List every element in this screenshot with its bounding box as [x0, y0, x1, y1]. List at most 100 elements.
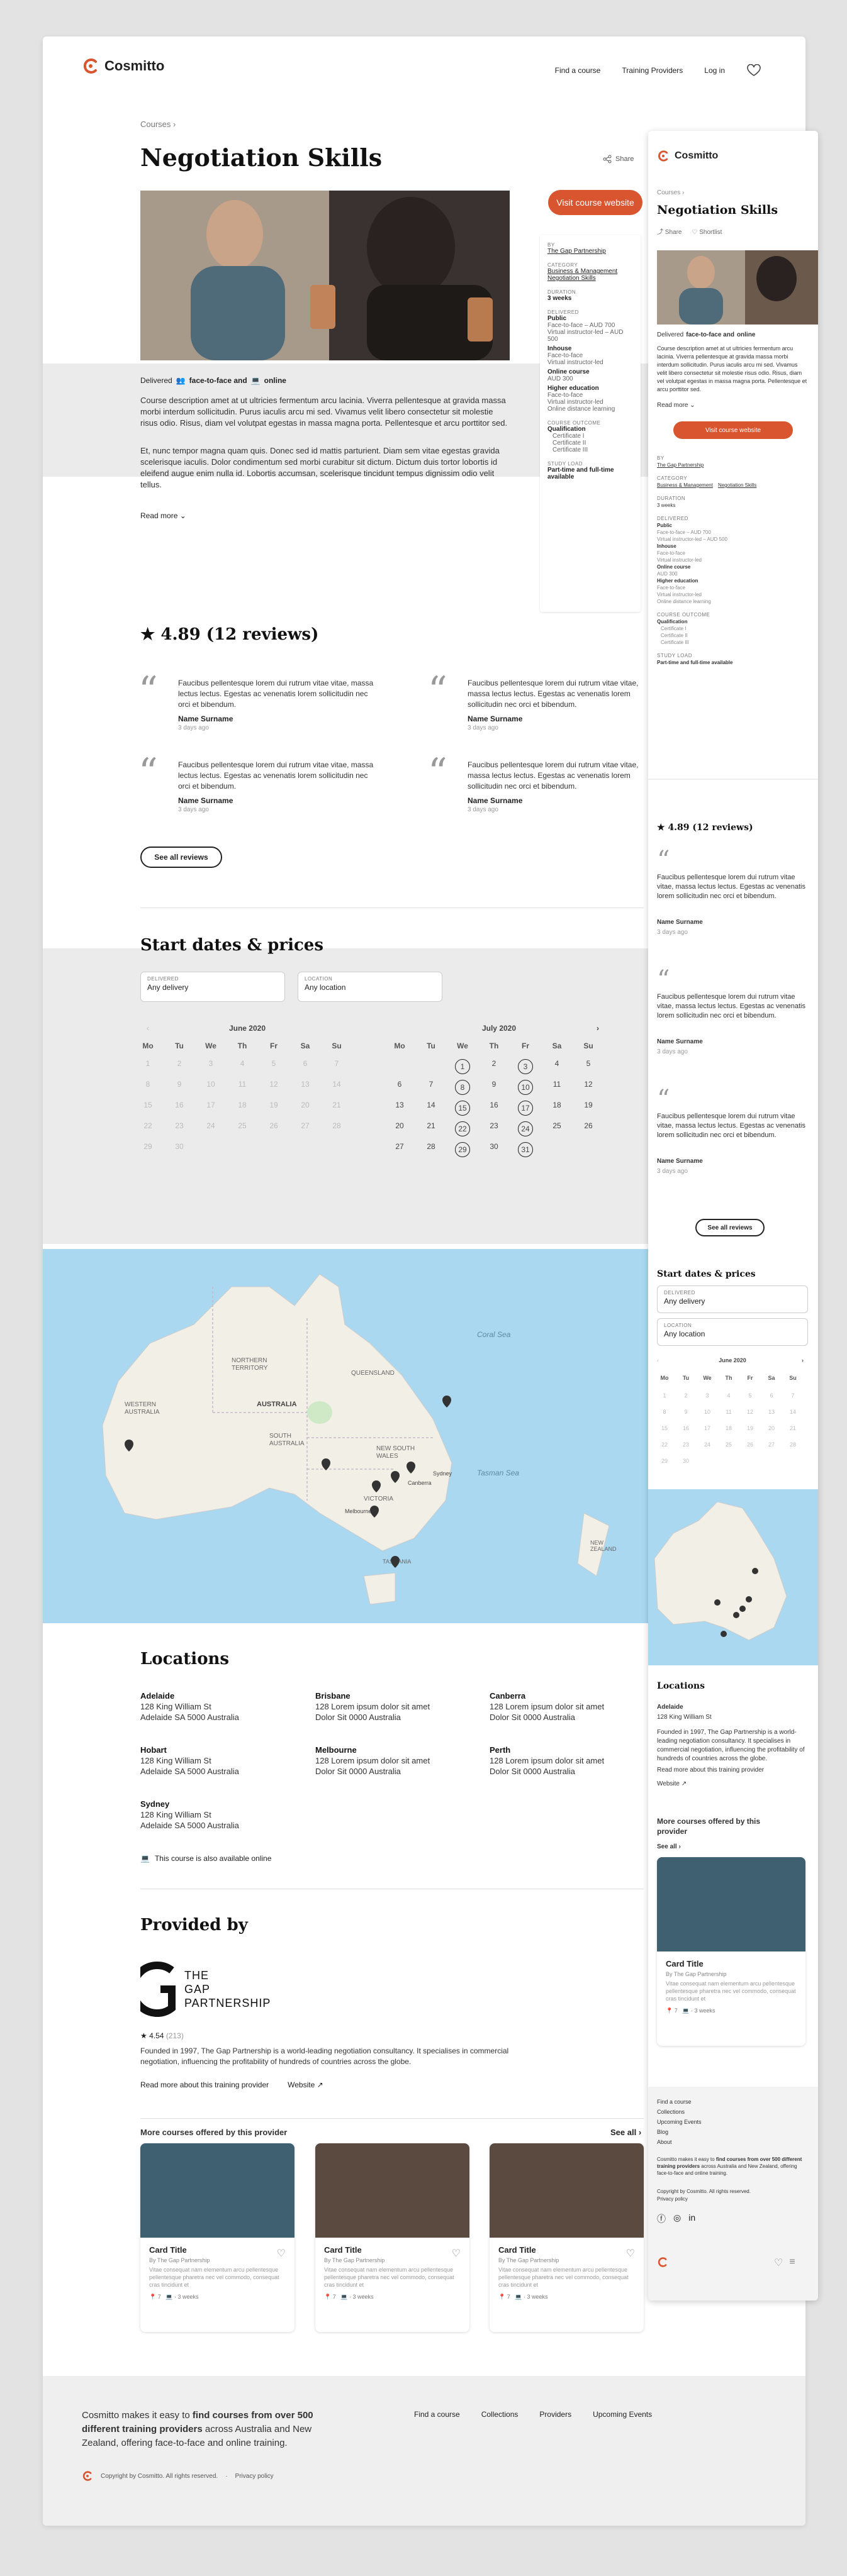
card-heart-icon[interactable]: ♡ — [277, 2247, 286, 2260]
mobile-footer-find[interactable]: Find a course — [657, 2097, 702, 2107]
breadcrumb-courses[interactable]: Courses — [140, 119, 171, 129]
svg-text:VICTORIA: VICTORIA — [364, 1496, 393, 1502]
mobile-shortlist-button[interactable]: ♡ Shortlist — [692, 228, 722, 237]
mobile-card-meta: 📍 7 💻 · 3 weeks — [666, 2007, 715, 2014]
laptop-icon: 💻 — [140, 1854, 150, 1863]
mobile-bottom-logo[interactable] — [657, 2257, 668, 2271]
card-by: By The Gap Partnership — [149, 2257, 210, 2263]
mobile-outcome-label: COURSE OUTCOME — [657, 612, 710, 618]
mobile-footer-blog[interactable]: Blog — [657, 2127, 702, 2137]
mobile-see-all-reviews[interactable]: See all reviews — [695, 1219, 765, 1236]
svg-text:AUSTRALIA: AUSTRALIA — [257, 1401, 297, 1408]
card-by: By The Gap Partnership — [498, 2257, 559, 2263]
mobile-card-desc: Vitae consequat nam elementum arcu pelle… — [666, 1980, 796, 2002]
mobile-next-month-icon[interactable]: › — [802, 1357, 804, 1363]
calendar-day: 2 — [177, 1059, 182, 1068]
card-heart-icon[interactable]: ♡ — [626, 2247, 635, 2260]
calendar-day[interactable]: 3 — [518, 1059, 533, 1074]
calendar-day: 30 — [175, 1142, 184, 1151]
calendar-day[interactable]: 29 — [455, 1142, 470, 1157]
mobile-breadcrumb[interactable]: Courses › — [657, 189, 684, 197]
provider-read-more-link[interactable]: Read more about this training provider — [140, 2080, 269, 2089]
card-duration: 3 weeks — [177, 2294, 199, 2300]
calendar-day[interactable]: 31 — [518, 1142, 533, 1157]
nav-login[interactable]: Log in — [704, 66, 725, 75]
mobile-location-select[interactable]: LOCATION Any location — [657, 1318, 808, 1346]
footer-privacy-link[interactable]: Privacy policy — [235, 2473, 274, 2480]
mobile-course-card[interactable]: Card Title By The Gap Partnership Vitae … — [657, 1857, 805, 2046]
shortlist-heart-icon[interactable] — [746, 64, 761, 77]
mobile-heart-icon[interactable]: ♡ — [774, 2257, 783, 2269]
review-text-3: Faucibus pellentesque lorem dui rutrum v… — [178, 760, 374, 791]
calendar-day[interactable]: 8 — [455, 1080, 470, 1095]
svg-text:Sydney: Sydney — [433, 1470, 452, 1477]
calendar-day: 28 — [427, 1142, 435, 1151]
course-card[interactable]: Card Title By The Gap Partnership Vitae co… — [490, 2143, 644, 2332]
card-heart-icon[interactable]: ♡ — [452, 2247, 461, 2260]
mobile-map[interactable] — [648, 1489, 818, 1665]
see-all-reviews-button[interactable]: See all reviews — [140, 847, 222, 868]
mobile-share-button[interactable]: ⤴ Share — [657, 228, 682, 237]
facebook-icon[interactable]: ⓕ — [657, 2212, 666, 2225]
linkedin-icon[interactable]: in — [688, 2212, 695, 2225]
footer-link-collections[interactable]: Collections — [481, 2410, 519, 2419]
nav-training-providers[interactable]: Training Providers — [622, 66, 683, 75]
mobile-read-more[interactable]: Read more ⌄ — [657, 401, 695, 410]
mobile-delivery-select[interactable]: DELIVERED Any delivery — [657, 1285, 808, 1313]
card-desc: Vitae consequat nam elementum arcu pelle… — [324, 2267, 454, 2288]
calendar-day: 22 — [143, 1121, 152, 1130]
mobile-brand-logo[interactable]: Cosmitto — [657, 150, 718, 162]
provider-logo[interactable]: THE GAP PARTNERSHIP — [140, 1961, 271, 2018]
calendar-day[interactable]: 22 — [455, 1121, 470, 1136]
footer-link-upcoming-events[interactable]: Upcoming Events — [593, 2410, 652, 2419]
locations-map[interactable]: NORTHERN TERRITORY QUEENSLAND WESTERN AU… — [43, 1249, 648, 1623]
card-desc: Vitae consequat nam elementum arcu pelle… — [149, 2267, 279, 2288]
mobile-provider-read-more[interactable]: Read more about this training provider — [657, 1766, 764, 1775]
provider-website-link[interactable]: Website ↗ — [288, 2080, 323, 2089]
course-card[interactable]: Card Title By The Gap Partnership Vitae co… — [315, 2143, 469, 2332]
location-city: Brisbane — [315, 1691, 351, 1701]
menu-icon[interactable]: ≡ — [789, 2257, 795, 2269]
share-button[interactable]: Share — [603, 155, 634, 164]
location-city: Canberra — [490, 1691, 526, 1701]
breadcrumb[interactable]: Courses › — [140, 119, 176, 129]
calendar-day: 14 — [789, 1409, 796, 1415]
calendar-june-title: June 2020 — [228, 1024, 266, 1033]
mobile-footer-about[interactable]: About — [657, 2137, 702, 2147]
category-link-negotiation[interactable]: Negotiation Skills — [547, 275, 633, 282]
calendar-july-title: July 2020 — [481, 1024, 517, 1033]
calendar-day: 7 — [429, 1080, 434, 1089]
calendar-day[interactable]: 15 — [455, 1101, 470, 1116]
mobile-footer-collections[interactable]: Collections — [657, 2107, 702, 2117]
next-month-icon[interactable]: › — [597, 1024, 599, 1033]
brand-logo[interactable]: Cosmitto — [82, 57, 164, 75]
mobile-category-business[interactable]: Business & Management — [657, 482, 713, 489]
read-more-link[interactable]: Read more ⌄ — [140, 511, 186, 520]
delivery-select[interactable]: DELIVERED Any delivery — [140, 972, 285, 1002]
instagram-icon[interactable]: ◎ — [673, 2212, 681, 2225]
location-select[interactable]: LOCATION Any location — [298, 972, 442, 1002]
footer-link-providers[interactable]: Providers — [539, 2410, 571, 2419]
calendar-day[interactable]: 10 — [518, 1080, 533, 1095]
mobile-footer-events[interactable]: Upcoming Events — [657, 2117, 702, 2127]
mobile-see-all[interactable]: See all › — [657, 1843, 681, 1852]
course-card[interactable]: Card Title By The Gap Partnership Vitae co… — [140, 2143, 294, 2332]
provider-link[interactable]: The Gap Partnership — [547, 248, 633, 255]
visit-course-button[interactable]: Visit course website — [548, 190, 642, 215]
calendar-day[interactable]: 17 — [518, 1101, 533, 1116]
more-courses-see-all[interactable]: See all › — [610, 2128, 641, 2137]
calendar-day: 26 — [584, 1121, 593, 1130]
mobile-privacy[interactable]: Privacy policy — [657, 2195, 688, 2204]
calendar-day[interactable]: 1 — [455, 1059, 470, 1074]
mobile-provider-website[interactable]: Website ↗ — [657, 1780, 687, 1789]
nav-find-course[interactable]: Find a course — [555, 66, 601, 75]
mobile-provider-link[interactable]: The Gap Partnership — [657, 462, 808, 469]
mobile-category-negotiation[interactable]: Negotiation Skills — [718, 482, 756, 489]
category-link-business[interactable]: Business & Management — [547, 268, 633, 275]
calendar-day[interactable]: 24 — [518, 1121, 533, 1136]
location-address: Adelaide SA 5000 Australia — [140, 1821, 239, 1830]
mobile-card-duration: 3 weeks — [694, 2007, 715, 2014]
provider-rating: ★ 4.54 (213) — [140, 2031, 184, 2040]
footer-link-find-course[interactable]: Find a course — [414, 2410, 460, 2419]
mobile-visit-button[interactable]: Visit course website — [673, 421, 793, 439]
